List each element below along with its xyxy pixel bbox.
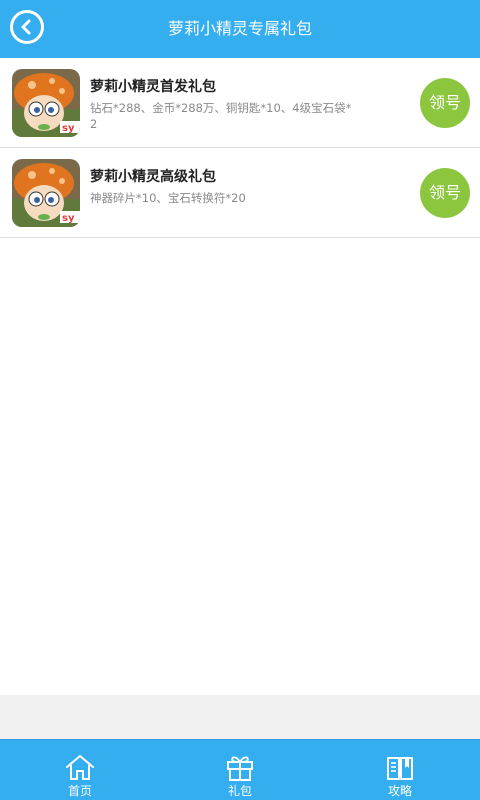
tab-label: 礼包 <box>227 784 252 798</box>
gift-item[interactable]: sy 萝莉小精灵首发礼包 钻石*288、金币*288万、铜钥匙*10、4级宝石袋… <box>0 58 480 148</box>
gift-icon <box>227 756 253 781</box>
tab-gift[interactable]: 礼包 <box>160 740 320 800</box>
page-title: 萝莉小精灵专属礼包 <box>167 19 312 38</box>
mushroom-character-icon: sy <box>12 159 80 227</box>
gift-list: sy 萝莉小精灵首发礼包 钻石*288、金币*288万、铜钥匙*10、4级宝石袋… <box>0 58 480 238</box>
home-icon <box>66 755 94 780</box>
gift-description: 神器碎片*10、宝石转换符*20 <box>90 191 246 205</box>
tab-label: 攻略 <box>387 784 412 798</box>
svg-text:sy: sy <box>62 123 75 134</box>
back-button[interactable] <box>10 10 44 44</box>
gift-item[interactable]: sy 萝莉小精灵高级礼包 神器碎片*10、宝石转换符*20 领号 <box>0 148 480 238</box>
gift-title: 萝莉小精灵首发礼包 <box>90 79 216 95</box>
claim-button[interactable]: 领号 <box>420 168 470 218</box>
tab-home[interactable]: 首页 <box>0 740 160 800</box>
tab-guide[interactable]: 攻略 <box>320 740 480 800</box>
svg-text:sy: sy <box>62 213 75 224</box>
footer-spacer <box>0 695 480 739</box>
tab-label: 首页 <box>67 784 92 798</box>
bottom-tab-bar: 首页 礼包 攻略 <box>0 739 480 800</box>
mushroom-character-icon: sy <box>12 69 80 137</box>
gift-screen: 萝莉小精灵专属礼包 sy 萝莉小精灵首发礼包 钻石*288、金币*288万、铜钥… <box>0 0 480 800</box>
book-icon <box>387 757 413 780</box>
claim-button[interactable]: 领号 <box>420 78 470 128</box>
header-bar: 萝莉小精灵专属礼包 <box>0 0 480 58</box>
chevron-left-icon <box>21 19 31 35</box>
gift-description: 钻石*288、金币*288万、铜钥匙*10、4级宝石袋*2 <box>90 101 352 131</box>
gift-title: 萝莉小精灵高级礼包 <box>90 169 216 185</box>
